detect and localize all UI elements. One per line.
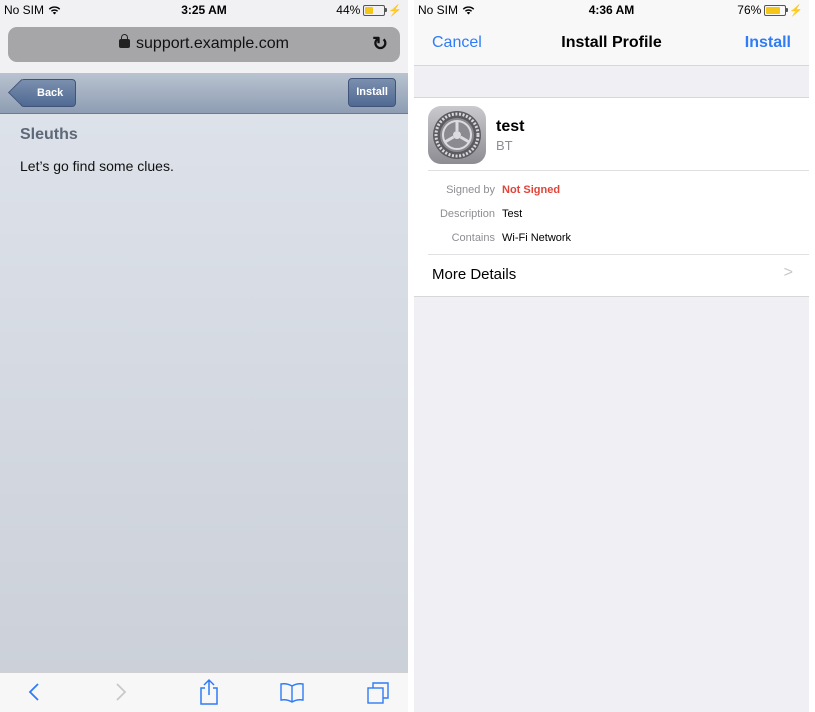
row-label: Contains <box>451 232 495 244</box>
forward-icon[interactable] <box>114 681 128 703</box>
address-bar[interactable]: support.example.com ↻ <box>8 27 400 62</box>
bookmarks-icon[interactable] <box>279 681 305 703</box>
back-icon[interactable] <box>27 681 41 703</box>
divider <box>428 170 809 171</box>
row-value: Not Signed <box>502 184 561 196</box>
settings-screen: No SIM 4:36 AM 76% ⚡ Cancel Install Prof… <box>414 0 809 712</box>
lock-icon <box>119 34 131 48</box>
charging-icon: ⚡ <box>789 4 803 17</box>
page-body-text: Let’s go find some clues. <box>20 158 174 174</box>
status-bar: No SIM 4:36 AM 76% ⚡ <box>414 0 809 20</box>
row-label: Signed by <box>446 184 495 196</box>
status-bar: No SIM 3:25 AM 44% ⚡ <box>0 0 408 20</box>
battery-percent: 76% <box>737 3 762 17</box>
battery-icon <box>764 4 789 16</box>
page-heading: Sleuths <box>20 126 78 143</box>
profile-organization: BT <box>496 138 513 153</box>
divider <box>428 254 809 255</box>
battery-percent: 44% <box>336 3 361 17</box>
row-value: Test <box>502 208 523 220</box>
install-profile-navbar: Cancel Install Profile Install <box>414 20 809 66</box>
safari-screen: No SIM 3:25 AM 44% ⚡ support.example.com… <box>0 0 408 712</box>
row-value: Wi-Fi Network <box>502 232 572 244</box>
web-content: Sleuths Let’s go find some clues. <box>0 114 408 672</box>
url-text: support.example.com <box>136 35 289 52</box>
charging-icon: ⚡ <box>388 4 402 17</box>
more-details-row[interactable]: More Details <box>432 266 516 283</box>
install-button[interactable]: Install <box>348 78 396 107</box>
tabs-icon[interactable] <box>366 681 390 705</box>
reload-icon[interactable]: ↻ <box>372 33 388 56</box>
battery-icon <box>363 4 388 16</box>
chevron-right-icon: > <box>783 264 793 281</box>
safari-toolbar <box>0 672 408 712</box>
install-button[interactable]: Install <box>745 34 791 52</box>
profile-name: test <box>496 118 525 135</box>
settings-gear-icon <box>428 106 486 164</box>
web-navbar: Back Install <box>0 73 408 114</box>
back-button[interactable]: Back <box>20 79 77 107</box>
profile-card: test BT Signed by Not Signed Description… <box>414 97 809 297</box>
share-icon[interactable] <box>199 678 219 706</box>
row-label: Description <box>439 208 495 220</box>
